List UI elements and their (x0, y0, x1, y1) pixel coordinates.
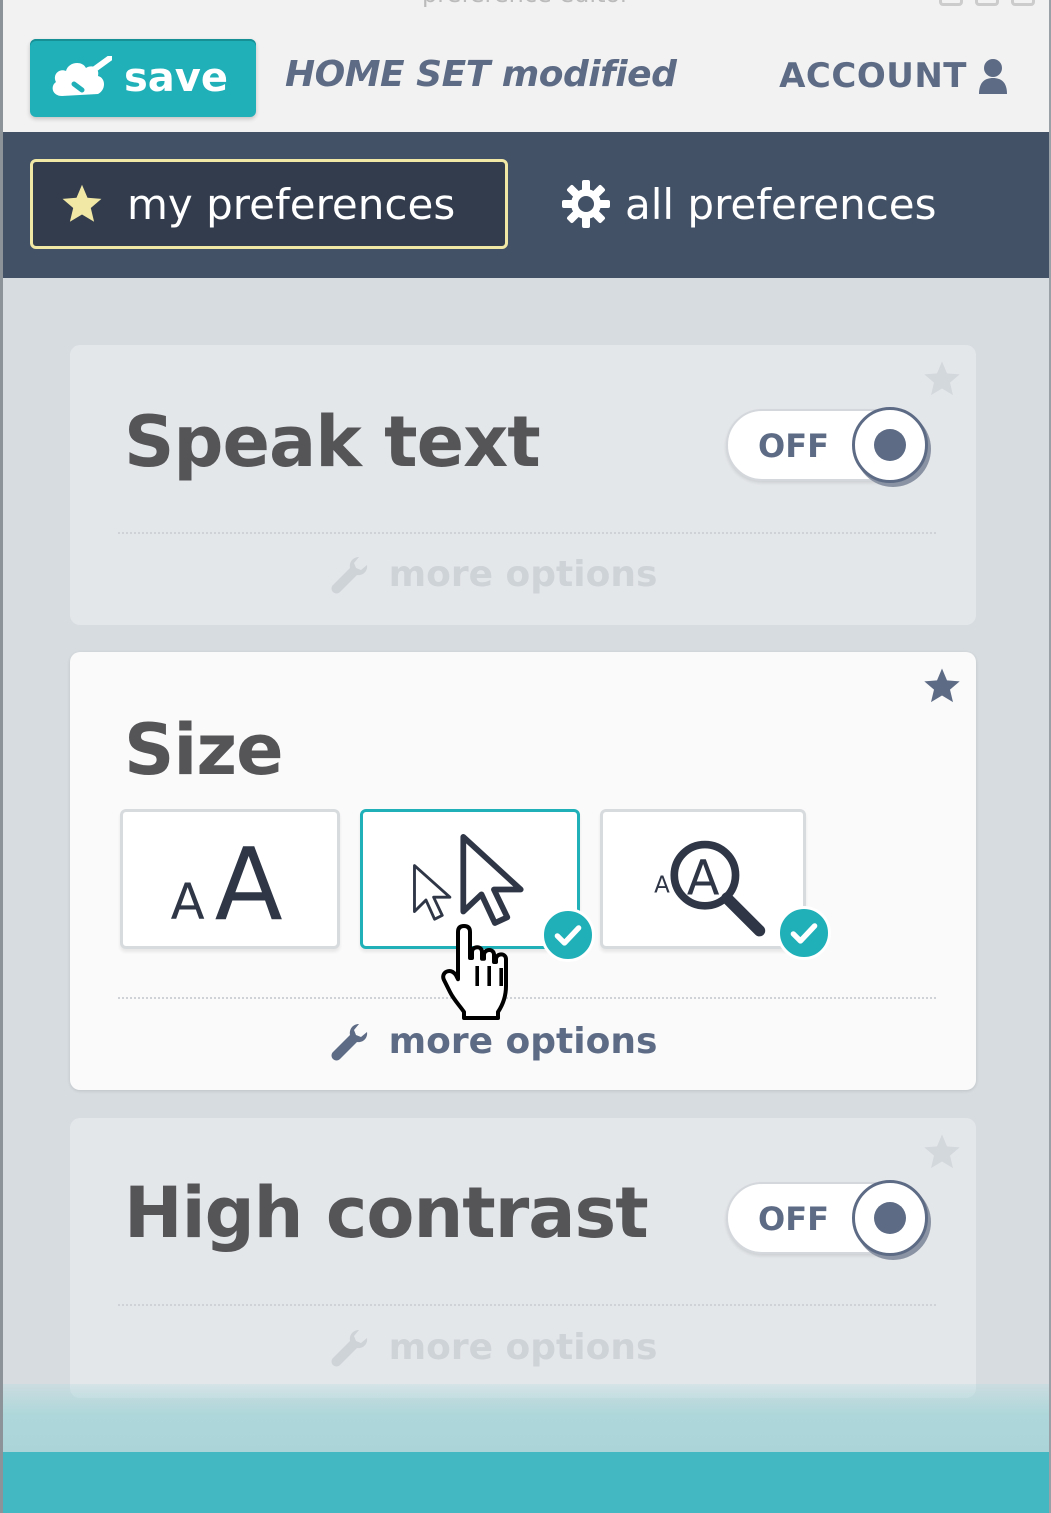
magnifier-icon: A A (654, 840, 766, 937)
selected-check-icon (541, 908, 595, 962)
tab-all-preferences[interactable]: all preferences (561, 159, 937, 249)
account-button[interactable]: ACCOUNT (779, 56, 1009, 96)
more-options-label: more options (388, 1326, 658, 1368)
svg-text:A: A (687, 851, 720, 906)
size-card: Size A A A A more options (70, 652, 976, 1090)
window-controls (939, 0, 1035, 6)
speak-text-toggle[interactable]: OFF (726, 407, 928, 483)
high-contrast-title: High contrast (124, 1172, 649, 1254)
high-contrast-card: High contrast OFF more options (70, 1118, 976, 1398)
tab-my-preferences[interactable]: my preferences (30, 159, 508, 249)
window-title: preference editor (3, 0, 1049, 8)
toggle-knob (852, 407, 928, 483)
window-titlebar: preference editor (3, 0, 1049, 8)
maximize-button[interactable] (975, 0, 999, 6)
save-button[interactable]: save (30, 39, 256, 117)
cloud-check-icon (52, 56, 112, 96)
bottom-fade (3, 1384, 1049, 1454)
text-size-icon: A A (171, 828, 283, 943)
wrench-icon (331, 1330, 367, 1367)
user-icon (979, 59, 1007, 94)
toggle-knob (852, 1180, 928, 1256)
preferences-nav: my preferences all preferences (3, 132, 1049, 278)
top-header: save HOME SET modified ACCOUNT (3, 8, 1049, 132)
high-contrast-toggle[interactable]: OFF (726, 1180, 928, 1256)
star-icon[interactable] (922, 666, 962, 706)
hand-pointer-icon (441, 924, 508, 1020)
tab-my-preferences-label: my preferences (127, 179, 456, 229)
text-size-option[interactable]: A A (120, 809, 340, 949)
more-options-label: more options (388, 553, 658, 595)
star-icon (62, 184, 102, 222)
card-divider (118, 1304, 936, 1306)
svg-text:A: A (654, 872, 670, 898)
account-label: ACCOUNT (779, 56, 967, 96)
gear-icon (562, 180, 610, 228)
svg-text:A: A (171, 873, 205, 931)
wrench-icon (331, 557, 367, 594)
toggle-state-label: OFF (758, 427, 829, 465)
close-button[interactable] (1011, 0, 1035, 6)
star-icon[interactable] (922, 1132, 962, 1172)
size-title: Size (124, 709, 284, 791)
svg-text:A: A (215, 828, 283, 943)
toggle-state-label: OFF (758, 1200, 829, 1238)
speak-text-more-options[interactable]: more options (70, 553, 976, 595)
speak-text-card: Speak text OFF more options (70, 345, 976, 625)
enabled-check-icon (777, 906, 831, 960)
wrench-icon (331, 1024, 367, 1061)
speak-text-title: Speak text (124, 401, 541, 483)
high-contrast-more-options[interactable]: more options (70, 1326, 976, 1368)
card-divider (118, 997, 936, 999)
star-icon[interactable] (922, 359, 962, 399)
magnifier-option[interactable]: A A (600, 809, 831, 960)
size-more-options[interactable]: more options (70, 1020, 976, 1062)
save-button-label: save (124, 55, 229, 101)
bottom-action-bar (3, 1452, 1049, 1513)
more-options-label: more options (388, 1020, 658, 1062)
card-divider (118, 532, 936, 534)
preference-set-status: HOME SET modified (285, 54, 677, 95)
minimize-button[interactable] (939, 0, 963, 6)
tab-all-preferences-label: all preferences (625, 179, 937, 229)
